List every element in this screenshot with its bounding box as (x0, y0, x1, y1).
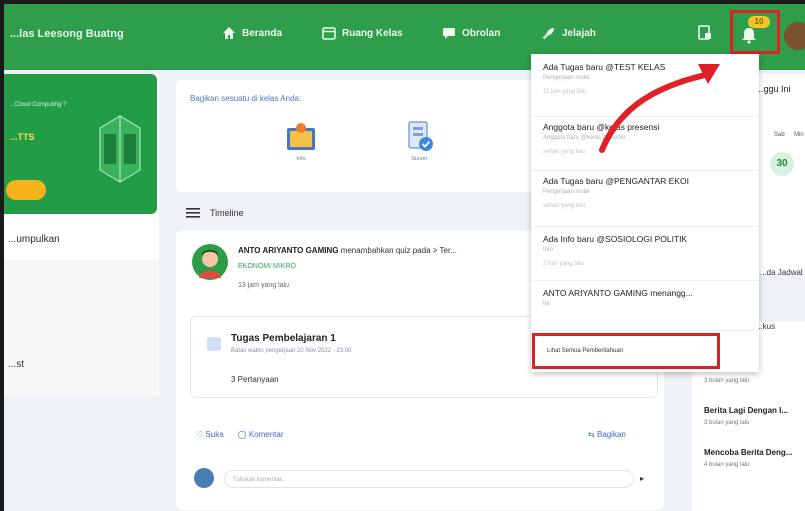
comment-input[interactable]: Tuliskan komentar... (224, 470, 634, 488)
nav-ruang-kelas[interactable]: Ruang Kelas (322, 26, 403, 40)
post-author-avatar[interactable] (192, 244, 228, 280)
divider (531, 330, 759, 331)
timeline-header: Timeline (176, 200, 566, 226)
share-info-button[interactable]: Info (276, 118, 326, 162)
notification-item[interactable]: Ada Tugas baru @PENGANTAR EKOI Pengerjaa… (543, 176, 753, 209)
nav-label: Jelajah (562, 27, 596, 39)
server-illustration-icon (99, 115, 141, 183)
class-name[interactable]: ...las Leesong Buatng (10, 28, 124, 40)
notification-title: Ada Info baru @SOSIOLOGI POLITIK (543, 234, 688, 244)
left-list-item[interactable]: ...st (8, 359, 24, 370)
calendar-icon (322, 27, 336, 40)
post-class[interactable]: EKONOMI MIKRO (238, 263, 296, 270)
notification-time: sehari yang lalu (543, 149, 586, 155)
date-cell[interactable]: 30 (770, 152, 794, 176)
share-card: Bagikan sesuatu di kelas Anda: Info Surv… (176, 80, 566, 192)
news-title[interactable]: Berita Lagi Dengan I... (704, 406, 788, 415)
notification-title: Anggota baru @kelas presensi (543, 122, 660, 132)
notification-item[interactable]: ANTO ARIYANTO GAMING menangg... Ini (543, 288, 753, 307)
see-all-label: Lihat Semua Pemberitahuan (547, 348, 624, 354)
info-board-icon (287, 123, 315, 150)
post-author[interactable]: ANTO ARIYANTO GAMING (238, 246, 338, 255)
see-all-notifications-button[interactable]: Lihat Semua Pemberitahuan (532, 333, 720, 369)
banner-text: ...Cloud Computing ? (10, 102, 67, 108)
document-icon[interactable] (696, 24, 714, 42)
task-icon (207, 337, 221, 351)
share-survey-button[interactable]: Survei (394, 118, 444, 162)
rocket-icon (542, 28, 554, 40)
divider (531, 226, 759, 227)
menu-icon[interactable] (186, 208, 200, 218)
home-icon (223, 27, 235, 39)
task-question-count: 3 Pertanyaan (231, 375, 279, 384)
post-action: menambahkan quiz pada > Ter... (340, 246, 457, 255)
post-actions: ♡ Suka ◯ Komentar (196, 430, 284, 439)
calendar-title: ...ggu Ini (756, 84, 791, 94)
share-post-button[interactable]: ⇆ Bagikan (588, 430, 626, 439)
news-time: 3 bulan yang lalu (704, 420, 750, 426)
left-section-title: ...umpulkan (8, 234, 60, 245)
notification-sub: Pengerjaan mulai (543, 189, 590, 195)
share-item-label: Survei (411, 156, 427, 162)
notification-title: ANTO ARIYANTO GAMING menangg... (543, 288, 693, 298)
notification-item[interactable]: Ada Tugas baru @TEST KELAS Pengerjaan mu… (543, 62, 753, 95)
bell-icon[interactable] (740, 26, 758, 44)
notification-time: sehari yang lalu (543, 203, 586, 209)
heart-icon: ♡ (196, 430, 204, 439)
nav-label: Beranda (242, 27, 283, 39)
banner-button[interactable] (6, 180, 46, 200)
divider (531, 116, 759, 117)
notification-sub: Pengerjaan mulai (543, 75, 590, 81)
nav-label: Ruang Kelas (342, 27, 403, 39)
divider (531, 170, 759, 171)
notification-title: Ada Tugas baru @PENGANTAR EKOI (543, 176, 689, 186)
nav-jelajah[interactable]: Jelajah (542, 26, 596, 40)
post-header: ANTO ARIYANTO GAMING menambahkan quiz pa… (238, 246, 457, 255)
comment-icon: ◯ (237, 430, 247, 439)
left-list (4, 260, 159, 396)
comment-label: Komentar (248, 430, 284, 439)
post-time: 13 jam yang lalu (238, 282, 289, 289)
user-avatar-icon (199, 250, 221, 278)
notification-item[interactable]: Anggota baru @kelas presensi Anggota bar… (543, 122, 753, 155)
notification-badge: 10 (748, 16, 770, 28)
chat-icon (443, 28, 455, 39)
day-label: Min (794, 132, 804, 138)
send-icon[interactable]: ▸ (640, 474, 644, 483)
share-item-label: Info (296, 156, 306, 162)
commenter-avatar (194, 468, 214, 488)
news-time: 3 bulan yang lalu (704, 378, 750, 384)
user-avatar[interactable] (784, 22, 805, 50)
task-deadline: Batas waktu pengerjaan 20 Nov 2022 - 23:… (231, 348, 352, 354)
notification-time: 2 hari yang lalu (543, 261, 584, 267)
nav-beranda[interactable]: Beranda (222, 26, 282, 40)
news-time: 4 bulan yang lalu (704, 462, 750, 468)
divider (531, 280, 759, 281)
like-button[interactable]: ♡ Suka (196, 430, 224, 439)
notification-title: Ada Tugas baru @TEST KELAS (543, 62, 666, 72)
day-label: Sab (774, 132, 785, 138)
notification-sub: Anggota baru @kelas presensi (543, 135, 626, 141)
banner-heading: ...TTS (10, 132, 35, 142)
nav-label: Obrolan (462, 27, 501, 39)
comment-button[interactable]: ◯ Komentar (238, 430, 284, 439)
schedule-text: ...da Jadwal (760, 268, 803, 277)
notification-sub: Ini (543, 301, 550, 307)
notification-time: 11 jam yang lalu (543, 89, 587, 95)
timeline-label: Timeline (210, 208, 244, 218)
share-icon: ⇆ (588, 430, 595, 439)
notification-sub: Info (543, 247, 554, 253)
share-title: Bagikan sesuatu di kelas Anda: (190, 94, 302, 103)
like-label: Suka (205, 430, 224, 439)
news-title[interactable]: Mencoba Berita Deng... (704, 448, 792, 457)
notification-item[interactable]: Ada Info baru @SOSIOLOGI POLITIK Info 2 … (543, 234, 753, 267)
task-title: Tugas Pembelajaran 1 (231, 333, 336, 344)
app-frame: ...las Leesong Buatng Beranda Ruang Kela… (4, 4, 805, 511)
share-label: Bagikan (596, 430, 626, 439)
promo-banner[interactable]: ...Cloud Computing ? ...TTS (4, 74, 157, 214)
nav-obrolan[interactable]: Obrolan (442, 26, 500, 40)
notification-dropdown: Ada Tugas baru @TEST KELAS Pengerjaan mu… (531, 54, 759, 372)
survey-icon (408, 121, 433, 151)
